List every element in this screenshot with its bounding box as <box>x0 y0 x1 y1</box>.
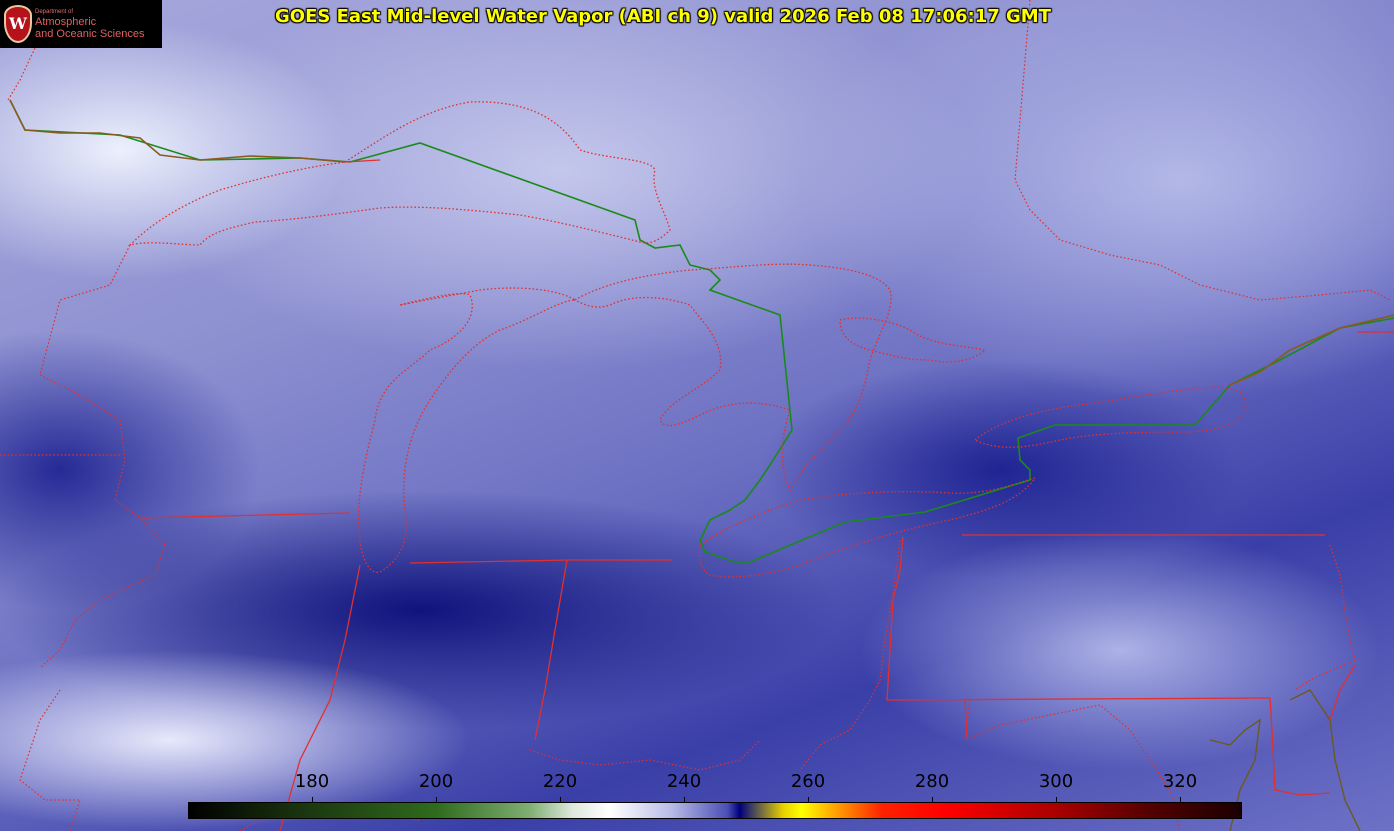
colorbar-tick-label: 220 <box>542 771 578 792</box>
map-overlay <box>0 0 1394 831</box>
border-in-mi <box>409 559 672 564</box>
lake-michigan-outline <box>358 287 578 573</box>
aos-logo: W Department of Atmospheric and Oceanic … <box>0 0 162 48</box>
border-wi-mi-up <box>344 159 381 163</box>
border-in-oh <box>534 559 568 741</box>
uw-crest-icon: W <box>4 5 32 43</box>
border-ny-quebec <box>1014 0 1391 301</box>
logo-line-atmospheric: Atmospheric <box>35 16 97 28</box>
border-nj-ny <box>1329 664 1356 721</box>
border-oh-pa <box>886 536 1271 701</box>
satellite-image: W Department of Atmospheric and Oceanic … <box>0 0 1394 831</box>
border-wi-il <box>139 512 351 519</box>
border-pa-ny <box>1294 544 1356 691</box>
border-mn-wi <box>39 244 166 669</box>
colorbar <box>188 802 1242 819</box>
lake-ontario-outline <box>973 386 1247 448</box>
colorbar-tick-label: 320 <box>1162 771 1198 792</box>
border-md-pa <box>1269 697 1331 796</box>
georgian-bay-outline <box>839 317 987 363</box>
lake-shorelines <box>127 101 1247 578</box>
state-borders <box>0 0 1391 831</box>
image-title: GOES East Mid-level Water Vapor (ABI ch … <box>275 6 1051 27</box>
state-borders-solid <box>139 159 1394 831</box>
colorbar-tick-label: 280 <box>914 771 950 792</box>
border-upper-left <box>7 47 36 101</box>
lake-superior-outline <box>127 101 671 247</box>
border-il-in-south <box>19 689 81 831</box>
colorbar-tick-label: 240 <box>666 771 702 792</box>
border-oh-wv <box>799 539 901 771</box>
logo-line-oceanic: and Oceanic Sciences <box>35 28 145 40</box>
coastline-delaware <box>1289 689 1361 831</box>
coastline-ontario <box>1229 314 1394 386</box>
international-border <box>9 99 1394 563</box>
colorbar-tick-label: 200 <box>418 771 454 792</box>
border-wv-md <box>964 699 968 739</box>
border-ky-south <box>529 739 761 771</box>
colorbar-tick-label: 180 <box>294 771 330 792</box>
logo-dept-text: Department of <box>35 9 74 15</box>
colorbar-tick-label: 260 <box>790 771 826 792</box>
colorbar-tick-label: 300 <box>1038 771 1074 792</box>
